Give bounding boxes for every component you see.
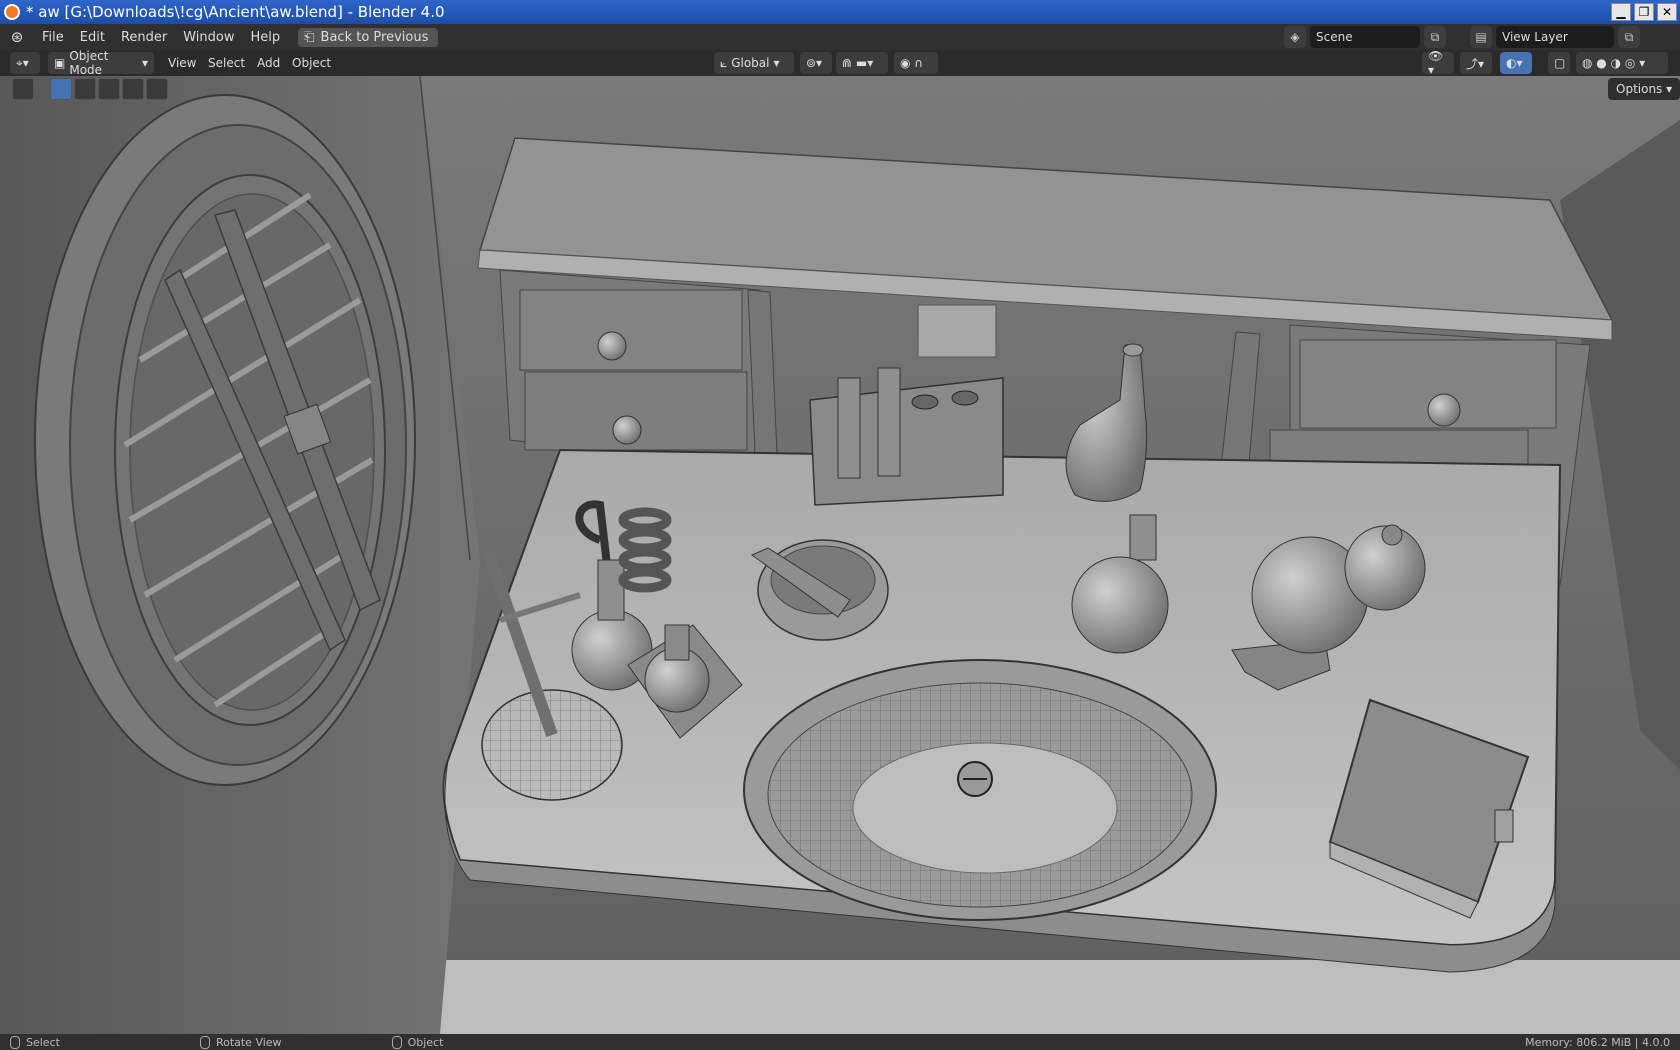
viewport-header: ⌖▾ ▣ Object Mode ▾ View Select Add Object… xyxy=(0,49,1680,77)
select-subtract-icon[interactable] xyxy=(98,78,120,100)
shading-mode-icons[interactable]: ◍ ● ◑ ◎ ▾ xyxy=(1576,52,1668,74)
close-button[interactable]: ✕ xyxy=(1657,3,1677,21)
mouse-middle-icon xyxy=(199,1035,210,1049)
menu-select[interactable]: Select xyxy=(202,52,251,74)
new-view-layer-icon[interactable]: ⧉ xyxy=(1618,26,1640,48)
mouse-right-icon xyxy=(391,1035,402,1049)
xray-icon[interactable]: ▢ xyxy=(1548,52,1570,74)
menu-window[interactable]: Window xyxy=(175,30,242,45)
visibility-icon[interactable]: 👁▾ xyxy=(1422,49,1454,77)
orientation-dropdown[interactable]: ⟀ Global ▾ xyxy=(714,52,794,74)
scene-name-field[interactable]: Scene xyxy=(1310,26,1420,48)
status-bar: Select Rotate View Object Memory: 806.2 … xyxy=(0,1034,1680,1050)
proportional-edit-icon[interactable]: ◉ ∩ xyxy=(894,52,938,74)
minimize-button[interactable]: ▁ xyxy=(1611,3,1631,21)
view-layer-browse-icon[interactable]: ▤ xyxy=(1470,26,1492,48)
menu-edit[interactable]: Edit xyxy=(72,30,113,45)
window-title: * aw [G:\Downloads\!cg\Ancient\aw.blend]… xyxy=(26,3,445,21)
object-mode-icon: ▣ xyxy=(54,56,66,70)
scene-browse-icon[interactable]: ◈ xyxy=(1284,26,1306,48)
snap-toggle-icon[interactable]: ⋒ ▬▾ xyxy=(836,52,888,74)
new-scene-icon[interactable]: ⧉ xyxy=(1424,26,1446,48)
back-to-previous-button[interactable]: ⎗ Back to Previous xyxy=(298,27,439,47)
maximize-button[interactable]: ❐ xyxy=(1634,3,1654,21)
select-intersect-icon[interactable] xyxy=(146,78,168,100)
select-tools xyxy=(12,78,168,100)
select-box-icon[interactable] xyxy=(12,78,34,100)
options-dropdown[interactable]: Options ▾ xyxy=(1608,78,1680,100)
menu-file[interactable]: File xyxy=(34,30,72,45)
back-icon: ⎗ xyxy=(304,29,315,45)
mode-dropdown[interactable]: ▣ Object Mode ▾ xyxy=(48,49,154,77)
menu-render[interactable]: Render xyxy=(113,30,175,45)
select-new-icon[interactable] xyxy=(50,78,72,100)
round-door xyxy=(34,94,416,786)
scene-selector-group: ◈ Scene ⧉ ▤ View Layer ⧉ xyxy=(1284,26,1640,48)
status-rotate: Rotate View xyxy=(199,1035,282,1049)
test-tube-rack xyxy=(809,367,1004,506)
mouse-left-icon xyxy=(10,1035,20,1049)
view-layer-field[interactable]: View Layer xyxy=(1496,26,1614,48)
scene-render xyxy=(0,76,1680,1034)
menu-view[interactable]: View xyxy=(162,52,202,74)
top-menubar: ⊛ File Edit Render Window Help ⎗ Back to… xyxy=(0,24,1680,50)
window-titlebar: * aw [G:\Downloads\!cg\Ancient\aw.blend]… xyxy=(0,0,1680,24)
orientation-icon: ⟀ xyxy=(720,55,728,70)
status-object: Object xyxy=(391,1035,443,1049)
3d-viewport[interactable]: Options ▾ xyxy=(0,76,1680,1034)
pivot-point-icon[interactable]: ⊚▾ xyxy=(800,52,832,74)
select-extend-icon[interactable] xyxy=(74,78,96,100)
overlays-icon[interactable]: ◐▾ xyxy=(1500,52,1532,74)
blender-logo-icon xyxy=(4,4,20,20)
menu-object[interactable]: Object xyxy=(286,52,337,74)
menu-add[interactable]: Add xyxy=(251,52,286,74)
sink xyxy=(743,659,1217,921)
memory-readout: Memory: 806.2 MiB | 4.0.0 xyxy=(1525,1035,1670,1049)
select-invert-icon[interactable] xyxy=(122,78,144,100)
status-select: Select xyxy=(10,1035,60,1049)
editor-type-icon[interactable]: ⌖▾ xyxy=(10,52,40,74)
menu-help[interactable]: Help xyxy=(243,30,289,45)
gizmo-icon[interactable]: ⤴▾ xyxy=(1460,52,1492,74)
blender-menu-icon[interactable]: ⊛ xyxy=(8,28,26,46)
